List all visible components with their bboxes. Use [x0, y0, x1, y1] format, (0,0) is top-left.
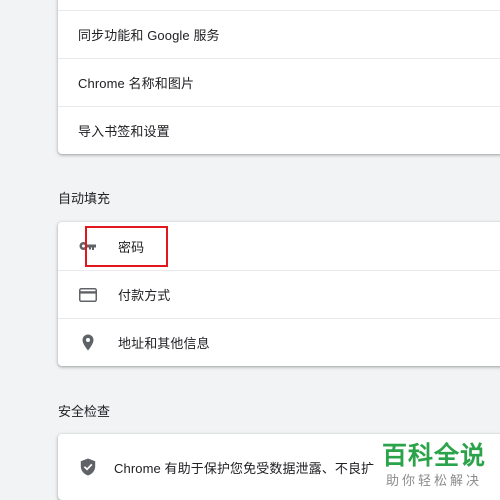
safety-check-card: Chrome 有助于保护您免受数据泄露、不良扩 — [58, 434, 500, 500]
addresses-label: 地址和其他信息 — [118, 336, 210, 351]
safety-check-section-title: 安全检查 — [58, 404, 111, 419]
chrome-settings-page: 同步功能和 Google 服务 Chrome 名称和图片 导入书签和设置 自动填… — [0, 0, 500, 500]
location-pin-icon — [79, 334, 97, 352]
safety-check-description: Chrome 有助于保护您免受数据泄露、不良扩 — [114, 460, 375, 476]
passwords-label: 密码 — [118, 239, 145, 255]
autofill-section-title: 自动填充 — [58, 191, 111, 206]
key-icon — [79, 237, 97, 255]
you-and-google-card: 同步功能和 Google 服务 Chrome 名称和图片 导入书签和设置 — [58, 0, 500, 154]
shield-check-icon — [79, 458, 97, 476]
import-bookmarks-label: 导入书签和设置 — [78, 124, 170, 139]
import-bookmarks-row[interactable]: 导入书签和设置 — [58, 106, 500, 154]
sync-and-google-services-label: 同步功能和 Google 服务 — [78, 28, 220, 43]
sync-and-google-services-row[interactable]: 同步功能和 Google 服务 — [58, 10, 500, 58]
addresses-row[interactable]: 地址和其他信息 — [58, 318, 500, 366]
passwords-row[interactable]: 密码 — [58, 222, 500, 270]
autofill-card: 密码 付款方式 地址和其他信息 — [58, 222, 500, 366]
safety-check-row[interactable]: Chrome 有助于保护您免受数据泄露、不良扩 — [58, 434, 500, 500]
payment-methods-row[interactable]: 付款方式 — [58, 270, 500, 318]
chrome-name-and-picture-label: Chrome 名称和图片 — [78, 76, 195, 91]
payment-methods-label: 付款方式 — [118, 288, 171, 303]
chrome-name-and-picture-row[interactable]: Chrome 名称和图片 — [58, 58, 500, 106]
credit-card-icon — [79, 286, 97, 304]
sync-and-google-services-row[interactable] — [58, 0, 500, 10]
